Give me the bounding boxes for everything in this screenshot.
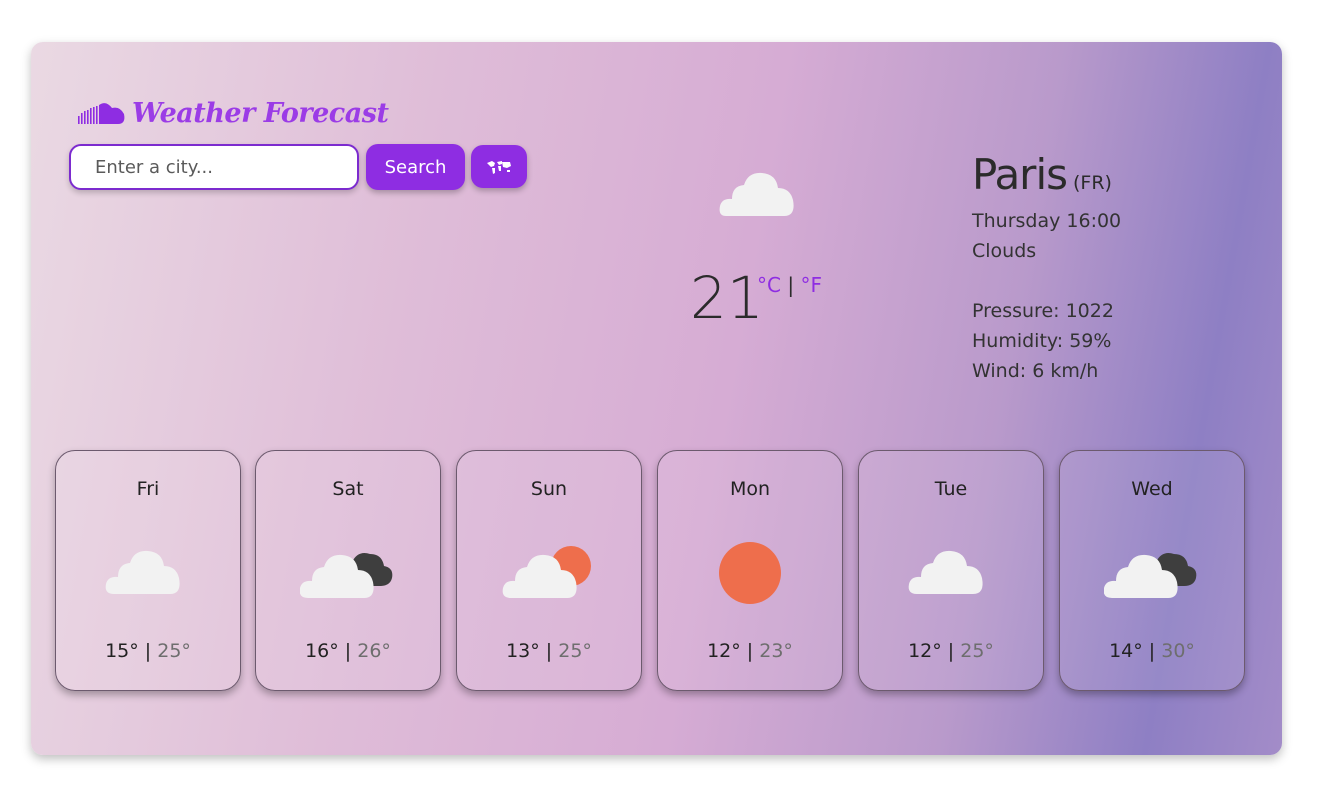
forecast-temps: 12° | 25° <box>859 640 1043 662</box>
temp-max: 23° <box>759 640 793 662</box>
forecast-day-name: Tue <box>934 478 968 500</box>
temp-separator: | <box>144 640 152 662</box>
pressure-value: Pressure: 1022 <box>972 300 1114 322</box>
forecast-day-name: Mon <box>729 478 771 500</box>
temp-separator: | <box>545 640 553 662</box>
temp-max: 25° <box>157 640 191 662</box>
forecast-day-name: Sun <box>530 478 568 500</box>
forecast-day-name: Sat <box>332 478 364 500</box>
forecast-day-tue: Tue 12° | 25° <box>858 450 1044 691</box>
location-heading: Paris (FR) <box>972 150 1112 199</box>
app-title: Weather Forecast <box>132 97 389 129</box>
cloud-icon <box>105 550 180 594</box>
forecast-temps: 13° | 25° <box>457 640 641 662</box>
forecast-day-mon: Mon 12° | 23° <box>657 450 843 691</box>
temp-min: 13° <box>506 640 540 662</box>
forecast-temps: 14° | 30° <box>1060 640 1244 662</box>
temp-max: 25° <box>558 640 592 662</box>
humidity-value: Humidity: 59% <box>972 330 1112 352</box>
forecast-temps: 15° | 25° <box>56 640 240 662</box>
forecast-temps: 12° | 23° <box>658 640 842 662</box>
soundcloud-cloud-icon <box>78 103 125 124</box>
country-code: (FR) <box>1073 172 1112 194</box>
app-logo: Weather Forecast <box>78 93 389 133</box>
forecast-day-name: Fri <box>136 478 160 500</box>
wind-value: Wind: 6 km/h <box>972 360 1099 382</box>
forecast-temps: 16° | 26° <box>256 640 440 662</box>
forecast-day-sat: Sat 16° | 26° <box>255 450 441 691</box>
temp-min: 12° <box>707 640 741 662</box>
search-button[interactable]: Search <box>366 144 465 190</box>
temp-separator: | <box>746 640 754 662</box>
current-location-button[interactable] <box>471 145 527 188</box>
unit-separator: | <box>787 273 795 297</box>
world-map-icon <box>487 160 511 174</box>
temp-min: 12° <box>908 640 942 662</box>
sun-icon <box>719 542 781 604</box>
cloud-dark-cloud-icon <box>300 553 393 598</box>
temp-separator: | <box>947 640 955 662</box>
cloud-icon <box>908 550 983 594</box>
temp-separator: | <box>344 640 352 662</box>
temp-max: 25° <box>960 640 994 662</box>
weather-condition: Clouds <box>972 240 1037 262</box>
forecast-day-name: Wed <box>1131 478 1173 500</box>
temp-max: 30° <box>1161 640 1195 662</box>
unit-toggle: °C | °F <box>757 273 822 297</box>
forecast-day-fri: Fri 15° | 25° <box>55 450 241 691</box>
cloud-sun-icon <box>502 546 591 598</box>
forecast-day-sun: Sun 13° | 25° <box>456 450 642 691</box>
cloud-dark-cloud-icon <box>1104 553 1197 598</box>
temp-max: 26° <box>357 640 391 662</box>
temp-min: 14° <box>1109 640 1143 662</box>
temp-separator: | <box>1148 640 1156 662</box>
forecast-day-wed: Wed 14° | 30° <box>1059 450 1245 691</box>
celsius-link[interactable]: °C <box>757 273 781 297</box>
cloud-icon <box>719 172 794 216</box>
fahrenheit-link[interactable]: °F <box>800 273 822 297</box>
city-name: Paris <box>972 150 1068 199</box>
temp-min: 16° <box>305 640 339 662</box>
city-search-input[interactable] <box>69 144 359 190</box>
current-temperature: 21 <box>690 264 764 332</box>
temp-min: 15° <box>105 640 139 662</box>
date-time: Thursday 16:00 <box>972 210 1122 232</box>
